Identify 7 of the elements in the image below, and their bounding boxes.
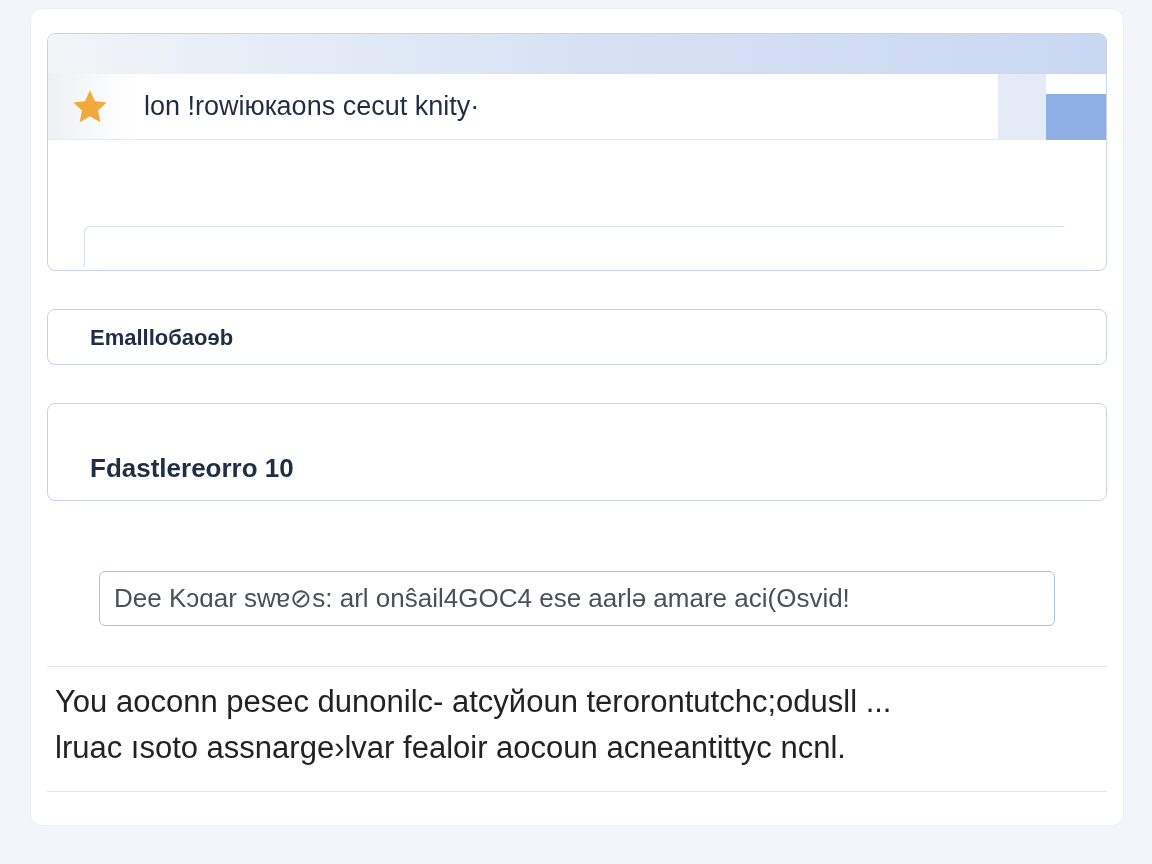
- label-text: Emallloбaoɘb: [90, 323, 234, 352]
- header-title: lon !rowiюкaons cecut knity·: [144, 90, 480, 124]
- message-line: lruac ısoto assnarge›lvar fealoir aocoun acneantittyc ncnl.: [54, 729, 847, 767]
- corner-block: [1046, 94, 1106, 140]
- input-field[interactable]: Dee Kɔɑar swɐ⊘s: arl onŝail4GOC4 ese aarlə amare aci(ʘsvid!: [99, 571, 1055, 626]
- info-text: Fdastlereorro 10: [90, 452, 294, 485]
- message-line: You aoconn pesec dunonilc- atcyйoun terorontutchc;odusll ...: [54, 683, 893, 721]
